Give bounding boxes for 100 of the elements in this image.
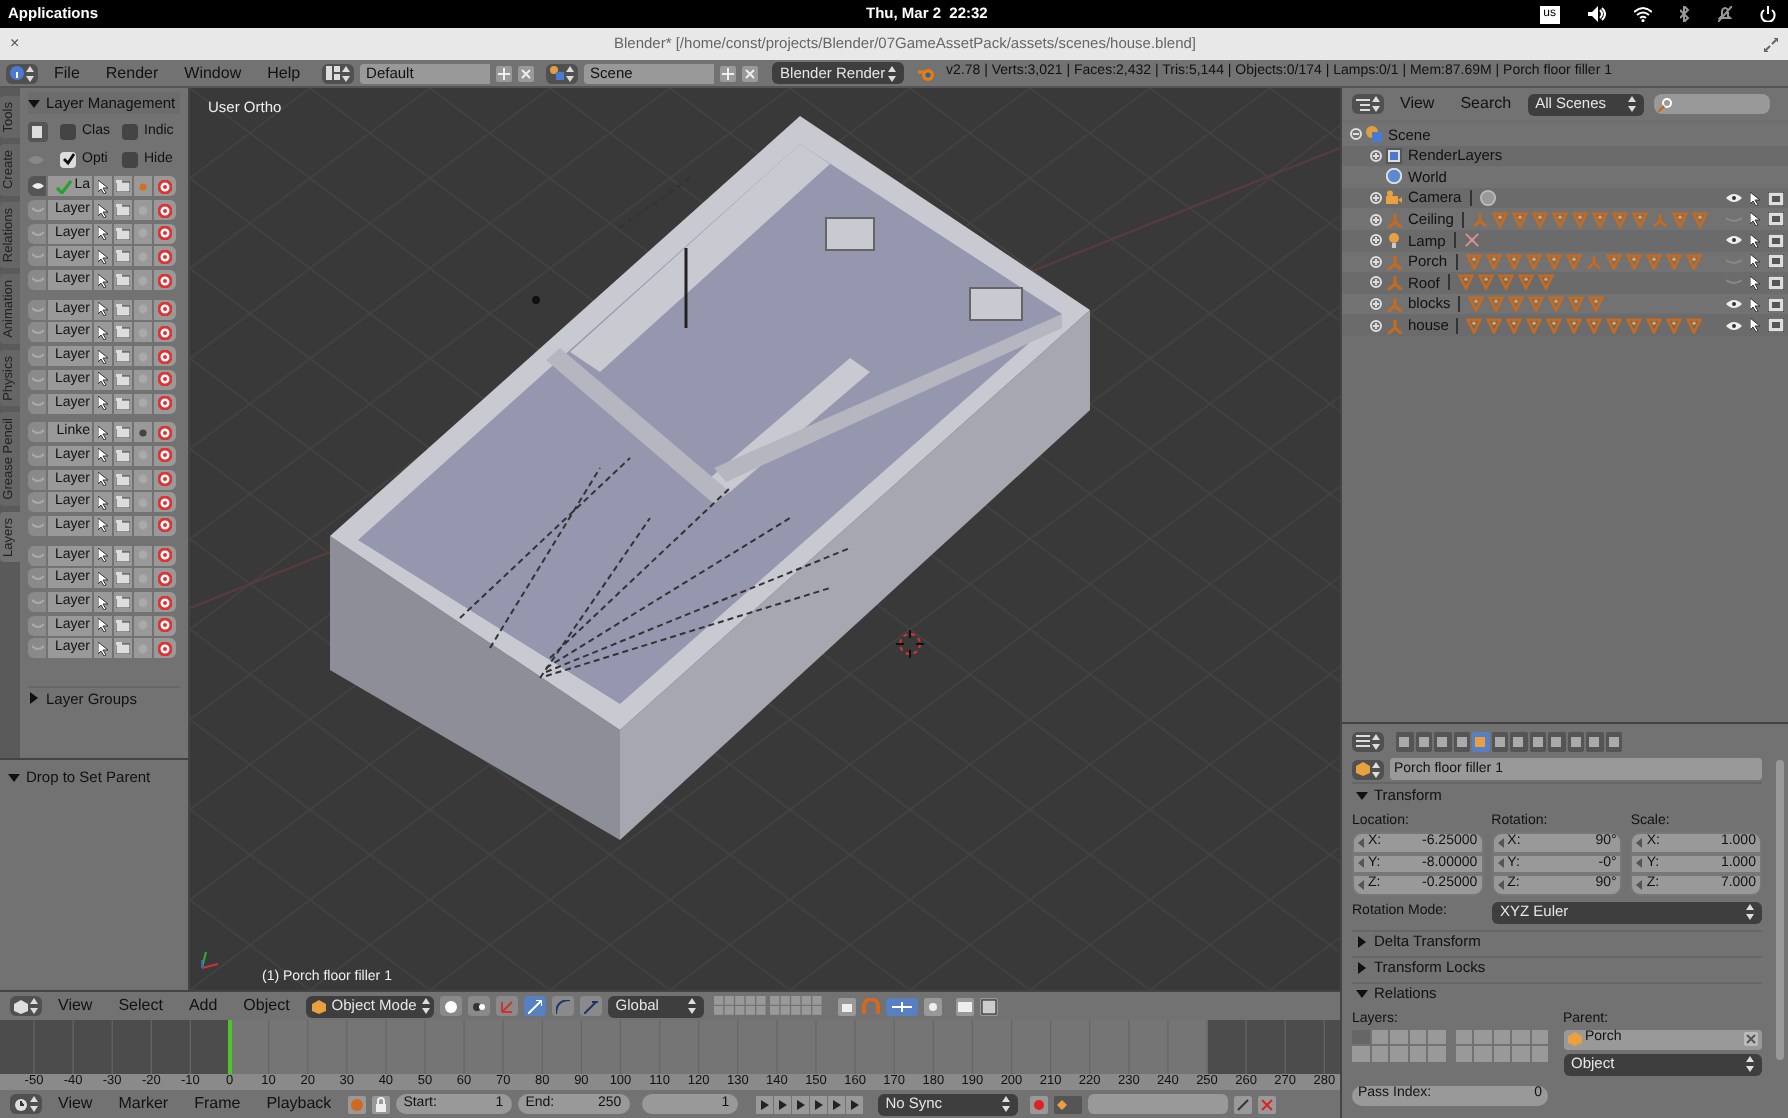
select-toggle[interactable]	[94, 176, 112, 197]
context-tab[interactable]	[1415, 731, 1432, 751]
select-toggle[interactable]	[94, 492, 112, 513]
select-toggle[interactable]	[94, 545, 112, 566]
render-animation-icon[interactable]	[979, 997, 998, 1015]
select-toggle[interactable]	[94, 422, 112, 443]
layer-toggle[interactable]	[1371, 1029, 1388, 1044]
checkbox[interactable]	[60, 151, 76, 168]
mesh-data-icon[interactable]	[1468, 296, 1485, 313]
lamp-marker-icon[interactable]	[532, 296, 540, 304]
visibility-toggle[interactable]	[28, 346, 46, 367]
select-toggle[interactable]	[94, 270, 112, 291]
power-icon[interactable]	[1760, 6, 1776, 22]
lock-toggle[interactable]	[134, 369, 152, 390]
layer-toggle[interactable]	[1531, 1029, 1548, 1044]
mesh-data-icon[interactable]	[1488, 296, 1505, 313]
select-toggle[interactable]	[94, 515, 112, 536]
layer-toggle[interactable]	[1352, 1046, 1369, 1061]
lock-toggle[interactable]	[134, 270, 152, 291]
context-tab[interactable]	[1586, 731, 1603, 751]
remove-layer-button[interactable]	[154, 246, 176, 267]
eye-icon[interactable]	[1726, 298, 1742, 311]
menu-item[interactable]: Select	[108, 994, 173, 1018]
expand-icon[interactable]	[1370, 298, 1382, 311]
remove-layer-button[interactable]	[154, 393, 176, 414]
editor-type-button[interactable]	[1352, 731, 1384, 751]
render-icon[interactable]	[1768, 318, 1784, 333]
mesh-data-icon[interactable]	[1486, 317, 1503, 334]
remove-layer-button[interactable]	[154, 176, 176, 197]
select-toggle[interactable]	[94, 469, 112, 490]
render-toggle[interactable]	[114, 393, 132, 414]
eye-icon[interactable]	[1726, 234, 1742, 247]
select-toggle[interactable]	[94, 369, 112, 390]
close-button[interactable]: ×	[10, 32, 20, 56]
playhead[interactable]	[228, 1020, 233, 1074]
disclosure-triangle-icon[interactable]	[28, 692, 40, 705]
lock-toggle[interactable]	[134, 568, 152, 589]
context-tab[interactable]	[1605, 731, 1622, 751]
layer-toggle[interactable]	[1474, 1046, 1491, 1061]
menu-item[interactable]: Window	[174, 61, 252, 85]
remove-layer-button[interactable]	[154, 346, 176, 367]
layer-toggle[interactable]	[1352, 1029, 1369, 1044]
context-tab[interactable]	[1567, 731, 1584, 751]
layout-button[interactable]	[322, 63, 355, 83]
lock-toggle[interactable]	[134, 615, 152, 636]
render-toggle[interactable]	[114, 176, 132, 197]
wifi-icon[interactable]	[1634, 6, 1652, 22]
shading-button[interactable]	[439, 996, 462, 1016]
lock-toggle[interactable]	[134, 200, 152, 221]
remove-layer-button[interactable]	[154, 322, 176, 343]
select-toggle[interactable]	[94, 246, 112, 267]
render-toggle[interactable]	[114, 200, 132, 221]
layer-toggle[interactable]	[1493, 1029, 1510, 1044]
lock-toggle[interactable]	[134, 299, 152, 320]
visibility-toggle[interactable]	[28, 200, 46, 221]
mesh-data-icon[interactable]	[1591, 211, 1608, 228]
context-tab[interactable]	[1453, 731, 1470, 751]
layer-toggle[interactable]	[1390, 1029, 1407, 1044]
lock-toggle[interactable]	[134, 223, 152, 244]
lock-toggle[interactable]	[134, 545, 152, 566]
mesh-data-icon[interactable]	[1571, 211, 1588, 228]
disclosure-triangle-icon[interactable]	[1356, 789, 1368, 801]
remove-layer-button[interactable]	[154, 223, 176, 244]
mesh-data-icon[interactable]	[1546, 317, 1563, 334]
layer-toggle[interactable]	[1531, 1046, 1548, 1061]
add-icon[interactable]	[496, 65, 513, 81]
keying-icon[interactable]	[1053, 1095, 1082, 1113]
render-toggle[interactable]	[114, 223, 132, 244]
lock-toggle[interactable]	[134, 515, 152, 536]
visibility-toggle[interactable]	[28, 322, 46, 343]
menu-item[interactable]: Playback	[256, 1092, 342, 1116]
mesh-data-icon[interactable]	[1551, 211, 1568, 228]
disclosure-triangle-icon[interactable]	[1356, 988, 1368, 1000]
mesh-data-icon[interactable]	[1491, 211, 1508, 228]
lock-icon[interactable]	[371, 1095, 390, 1113]
mesh-data-icon[interactable]	[1671, 211, 1688, 228]
layer-lock-icon[interactable]	[837, 997, 856, 1015]
context-tab[interactable]	[1434, 731, 1451, 751]
3d-cursor-icon[interactable]	[896, 630, 924, 658]
mesh-data-icon[interactable]	[1606, 317, 1623, 334]
lock-toggle[interactable]	[134, 492, 152, 513]
menu-item[interactable]: File	[44, 61, 90, 85]
select-toggle[interactable]	[94, 393, 112, 414]
menu-item[interactable]: View	[48, 1092, 103, 1116]
checkbox[interactable]	[122, 151, 138, 168]
mesh-data-icon[interactable]	[1691, 211, 1708, 228]
mesh-data-icon[interactable]	[1626, 317, 1643, 334]
select-toggle[interactable]	[94, 568, 112, 589]
remove-layer-button[interactable]	[154, 515, 176, 536]
mesh-data-icon[interactable]	[1588, 296, 1605, 313]
layer-grid-icon[interactable]	[713, 996, 826, 1016]
context-tab[interactable]	[1529, 731, 1546, 751]
snap-target-icon[interactable]	[923, 997, 942, 1015]
remove-layer-button[interactable]	[154, 200, 176, 221]
render-toggle[interactable]	[114, 515, 132, 536]
visibility-toggle[interactable]	[28, 592, 46, 613]
mesh-data-icon[interactable]	[1646, 317, 1663, 334]
preview-range-icon[interactable]	[347, 1095, 366, 1113]
select-toggle[interactable]	[94, 592, 112, 613]
render-toggle[interactable]	[114, 638, 132, 659]
